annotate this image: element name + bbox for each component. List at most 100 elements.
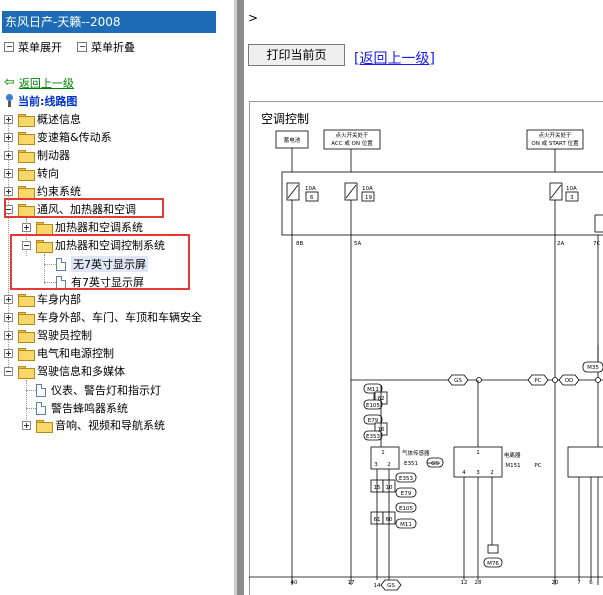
- tree-item-label: 仪表、警告灯和指示灯: [51, 384, 161, 397]
- svg-text:E105: E105: [399, 506, 413, 512]
- svg-text:M76: M76: [487, 561, 499, 567]
- expand-plus-icon[interactable]: [4, 114, 13, 124]
- svg-text:E351: E351: [404, 461, 418, 467]
- content-pane: > 打印当前页 [返回上一级] 空调控制 蓄电池 点火开关处于 ACC 或 ON…: [244, 0, 603, 595]
- svg-text:16: 16: [378, 427, 385, 433]
- svg-text:10A: 10A: [566, 186, 577, 192]
- tree-item-driver-controls[interactable]: 驾驶员控制: [4, 327, 92, 343]
- tree-item-label: 警告蜂鸣器系统: [51, 402, 128, 415]
- svg-text:PC: PC: [534, 463, 541, 469]
- folder-icon: [36, 419, 53, 433]
- navigation-pane: 东风日产-天籁--2008 菜单展开 菜单折叠 ⇦ 返回上一级 当前:线路图 概…: [0, 0, 234, 595]
- svg-text:E105: E105: [366, 403, 380, 409]
- current-location-label: 当前:线路图: [18, 95, 78, 108]
- expand-plus-icon[interactable]: [4, 294, 13, 304]
- tree-item-label: 音响、视频和导航系统: [55, 419, 165, 432]
- highlight-box: [10, 234, 190, 290]
- expand-menu-label: 菜单展开: [18, 41, 62, 54]
- svg-text:GS: GS: [431, 461, 439, 467]
- collapse-icon: [77, 42, 87, 52]
- svg-text:M35: M35: [587, 365, 599, 371]
- tree-item-label: 制动器: [37, 149, 70, 162]
- expand-plus-icon[interactable]: [4, 150, 13, 160]
- svg-text:6: 6: [310, 195, 314, 201]
- expand-plus-icon[interactable]: [4, 348, 13, 358]
- svg-text:61: 61: [374, 517, 381, 523]
- tree-item-label: 驾驶员控制: [37, 329, 92, 342]
- svg-text:点火开关处于: 点火开关处于: [538, 131, 572, 139]
- svg-text:E79: E79: [368, 418, 379, 424]
- tree-item-brakes[interactable]: 制动器: [4, 147, 70, 163]
- expand-plus-icon[interactable]: [22, 420, 31, 430]
- tree-item-driver-info[interactable]: 驾驶信息和多媒体: [4, 363, 125, 379]
- expand-plus-icon[interactable]: [4, 330, 13, 340]
- tree-item-electrical[interactable]: 电气和电源控制: [4, 345, 114, 361]
- svg-text:62: 62: [378, 396, 385, 402]
- back-arrow-icon: ⇦: [4, 75, 15, 90]
- svg-text:电离器: 电离器: [504, 451, 521, 459]
- svg-text:M151: M151: [505, 463, 520, 469]
- tree-item-audio-nav[interactable]: 音响、视频和导航系统: [22, 417, 165, 433]
- svg-text:5A: 5A: [354, 241, 361, 247]
- tree-item-label: 电气和电源控制: [37, 347, 114, 360]
- tree-item-overview[interactable]: 概述信息: [4, 111, 81, 127]
- tree-item-restraint[interactable]: 约束系统: [4, 183, 81, 199]
- expand-menu-button[interactable]: 菜单展开: [4, 40, 62, 54]
- expand-plus-icon[interactable]: [4, 186, 13, 196]
- tree-item-transmission[interactable]: 变速箱&传动系: [4, 129, 112, 145]
- svg-text:E79: E79: [401, 491, 412, 497]
- app-title: 东风日产-天籁--2008: [2, 11, 216, 33]
- svg-text:10A: 10A: [305, 186, 316, 192]
- svg-text:GS: GS: [454, 378, 462, 384]
- collapse-minus-icon[interactable]: [4, 366, 13, 376]
- svg-text:M11: M11: [400, 522, 412, 528]
- wiring-diagram: 蓄电池 点火开关处于 ACC 或 ON 位置 点火开关处于 ON 或 START…: [249, 129, 603, 591]
- svg-text:3: 3: [476, 470, 480, 476]
- svg-text:PC: PC: [534, 378, 541, 384]
- current-location: 当前:线路图: [4, 93, 77, 109]
- svg-text:15: 15: [374, 485, 381, 491]
- tree-item-label: 约束系统: [37, 185, 81, 198]
- svg-text:气体传感器: 气体传感器: [402, 449, 430, 457]
- svg-text:12: 12: [461, 580, 468, 586]
- svg-text:10: 10: [386, 485, 393, 491]
- tree-item-body-interior[interactable]: 车身内部: [4, 291, 81, 307]
- svg-text:1: 1: [476, 450, 480, 456]
- tree-item-meters-warnings[interactable]: 仪表、警告灯和指示灯: [36, 382, 161, 398]
- svg-text:6: 6: [589, 580, 593, 586]
- folder-icon: [18, 329, 35, 343]
- tree-item-warning-buzzer[interactable]: 警告蜂鸣器系统: [36, 400, 128, 416]
- folder-icon: [36, 221, 53, 235]
- svg-text:20: 20: [552, 580, 559, 586]
- svg-text:ON 或 START 位置: ON 或 START 位置: [531, 139, 579, 147]
- collapse-menu-label: 菜单折叠: [91, 41, 135, 54]
- back-link[interactable]: ⇦ 返回上一级: [4, 75, 74, 91]
- tree-item-label: 变速箱&传动系: [37, 131, 112, 144]
- folder-open-icon: [18, 365, 35, 379]
- svg-text:4: 4: [462, 470, 466, 476]
- expand-plus-icon[interactable]: [4, 168, 13, 178]
- svg-text:19: 19: [365, 195, 372, 201]
- expand-plus-icon[interactable]: [22, 222, 31, 232]
- svg-text:8B: 8B: [296, 241, 303, 247]
- tree-item-label: 概述信息: [37, 113, 81, 126]
- svg-text:2A: 2A: [557, 241, 564, 247]
- location-pin-icon: [4, 94, 14, 108]
- tree-item-body-exterior[interactable]: 车身外部、车门、车顶和车辆安全: [4, 309, 202, 325]
- svg-text:1: 1: [381, 450, 385, 456]
- svg-text:蓄电池: 蓄电池: [284, 136, 301, 144]
- tree-item-heater-ac-system[interactable]: 加热器和空调系统: [22, 219, 143, 235]
- svg-text:E353: E353: [366, 434, 380, 440]
- expand-plus-icon[interactable]: [4, 312, 13, 322]
- svg-text:ACC 或 ON 位置: ACC 或 ON 位置: [331, 139, 373, 147]
- svg-text:OD: OD: [565, 378, 574, 384]
- tree-item-steering[interactable]: 转向: [4, 165, 59, 181]
- collapse-menu-button[interactable]: 菜单折叠: [77, 40, 135, 54]
- svg-text:17: 17: [348, 580, 355, 586]
- svg-text:E353: E353: [399, 476, 413, 482]
- document-icon: [36, 383, 46, 397]
- expand-plus-icon[interactable]: [4, 132, 13, 142]
- pane-splitter[interactable]: [237, 0, 244, 595]
- folder-icon: [18, 131, 35, 145]
- folder-icon: [18, 293, 35, 307]
